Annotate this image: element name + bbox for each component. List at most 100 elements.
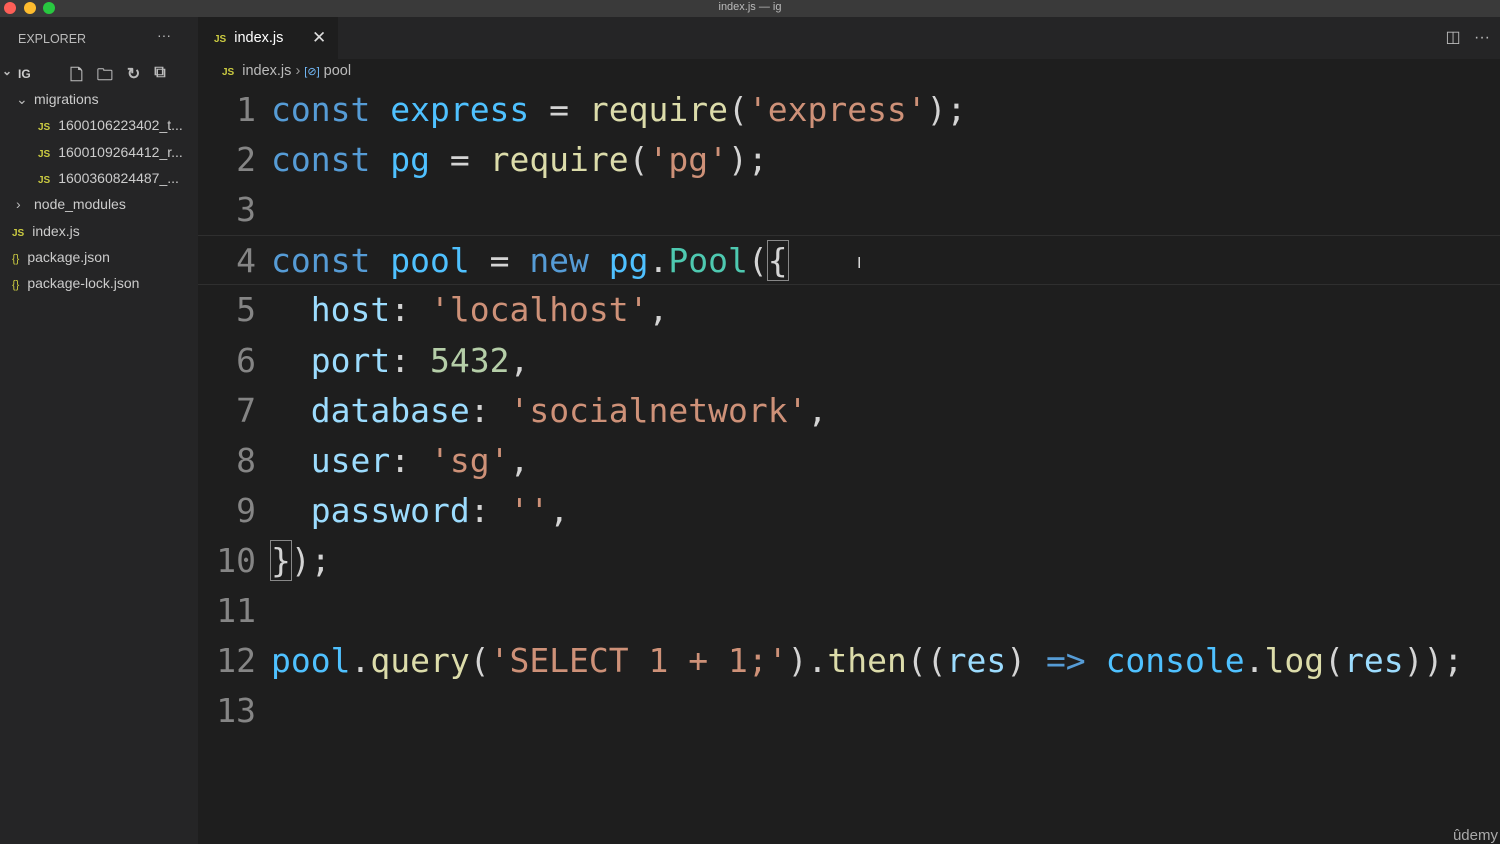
tree-item[interactable]: JS index.js [0,218,198,244]
maximize-window-button[interactable] [43,2,55,14]
line-number: 3 [236,190,256,230]
code-token: const [271,241,391,281]
code-line[interactable]: 13 [198,686,1500,736]
tree-item[interactable]: JS 1600106223402_t... [0,112,198,138]
code-token: '' [509,490,550,530]
code-token: then [827,641,907,681]
code-token: ( [1324,641,1344,681]
code-token: 'SELECT 1 + 1;' [489,641,788,681]
workspace-root[interactable]: ⌄ IG 🗋 🗀 ↻ ⧉ [0,64,198,84]
code-line[interactable]: 12 pool.query('SELECT 1 + 1;').then((res)… [198,636,1500,686]
variable-symbol-icon: [⊘] [304,66,320,78]
code-text: host: 'localhost', [271,285,669,335]
code-token: 'socialnetwork' [509,390,808,430]
code-token: : [390,290,430,330]
code-token: : [469,390,510,430]
breadcrumb-symbol[interactable]: pool [324,63,351,79]
js-file-icon: JS [214,34,227,45]
split-editor-icon[interactable]: ◫ [1446,29,1461,46]
tree-item[interactable]: {} package-lock.json [0,270,198,296]
code-token: , [807,390,828,430]
explorer-sidebar: EXPLORER ··· ⌄ IG 🗋 🗀 ↻ ⧉ ⌄ migrations JS 1… [0,17,198,844]
code-token: 'pg' [648,140,729,180]
code-token: ); [728,140,768,180]
code-token: . [648,241,669,281]
line-number: 11 [216,591,256,630]
line-number: 4 [236,241,256,281]
tree-item[interactable]: ⌄ migrations [0,86,198,112]
code-token: express [390,90,530,129]
chevron-down-icon: ⌄ [16,91,28,107]
code-line[interactable]: 4 const pool = new pg.Pool({ [198,235,1500,286]
code-text: port: 5432, [271,336,530,386]
code-token: port [310,340,391,380]
code-token: = [429,140,490,180]
tree-item[interactable]: JS 1600109264412_r... [0,139,198,165]
js-file-icon: JS [38,148,51,160]
breadcrumb-file[interactable]: index.js [242,63,291,79]
close-window-button[interactable] [4,2,16,14]
code-line[interactable]: 2 const pg = require('pg'); [198,135,1500,185]
js-file-icon: JS [38,122,51,134]
code-token: (( [906,641,947,681]
code-token: ). [787,641,828,681]
code-text: const express = require('express'); [271,85,966,135]
code-token: = [529,90,589,129]
tree-item[interactable]: JS 1600360824487_... [0,165,198,191]
code-line[interactable]: 5 host: 'localhost', [198,285,1500,335]
code-token: const [271,90,391,129]
line-number: 5 [236,290,256,330]
line-number: 2 [236,140,256,180]
code-line[interactable]: 10}); [198,536,1500,586]
breadcrumb: JS index.js › [⊘] pool [222,63,351,79]
code-token: 'express' [747,90,927,129]
tree-item-label: package.json [27,248,110,265]
text-cursor-icon: I [857,255,862,272]
code-token: log [1264,641,1325,681]
more-actions-icon[interactable]: ··· [1474,29,1490,46]
code-token: database [310,390,470,430]
tab-index-js[interactable]: JS index.js ✕ [198,17,338,59]
code-line[interactable]: 9 password: '', [198,486,1500,536]
code-line[interactable]: 7 database: 'socialnetwork', [198,386,1500,436]
code-token: . [1244,641,1265,681]
tree-item[interactable]: › node_modules [0,191,198,217]
minimize-window-button[interactable] [24,2,36,14]
code-token: . [350,641,371,681]
code-token: host [310,290,391,330]
code-token: pg [608,241,649,281]
line-number: 8 [236,440,256,480]
code-line[interactable]: 6 port: 5432, [198,336,1500,386]
code-token: require [489,140,629,180]
tree-item-label: migrations [34,91,99,107]
js-file-icon: JS [222,67,235,78]
tree-item[interactable]: {} package.json [0,244,198,270]
tree-item-label: 1600109264412_r... [58,143,183,160]
code-text: }); [270,536,331,586]
code-line[interactable]: 1 const express = require('express'); [198,85,1500,135]
json-file-icon: {} [12,279,20,292]
code-token: 5432 [429,340,510,380]
code-token: )); [1403,641,1464,681]
udemy-watermark: ûdemy [1452,827,1498,844]
code-text: pool.query('SELECT 1 + 1;').then((res) =… [271,636,1463,686]
line-number: 12 [216,641,256,681]
chevron-right-icon: › [16,196,21,213]
code-token: , [549,490,570,530]
more-actions-icon[interactable]: ··· [157,27,171,43]
code-line[interactable]: 11 [198,586,1500,636]
line-number: 1 [236,90,256,129]
code-token: console [1105,641,1245,681]
tab-bar: JS index.js ✕ ◫ ··· [198,17,1500,59]
code-token: , [648,290,669,330]
line-number: 13 [216,691,256,731]
code-token: ( [747,241,768,281]
tree-item-label: index.js [32,222,80,239]
code-text: const pool = new pg.Pool({ [271,236,789,286]
code-line[interactable]: 8 user: 'sg', [198,436,1500,486]
code-line[interactable]: 3 [198,185,1500,235]
close-icon[interactable]: ✕ [312,17,326,59]
code-token: Pool [668,241,748,281]
title-bar: index.js — ig [0,0,1500,17]
